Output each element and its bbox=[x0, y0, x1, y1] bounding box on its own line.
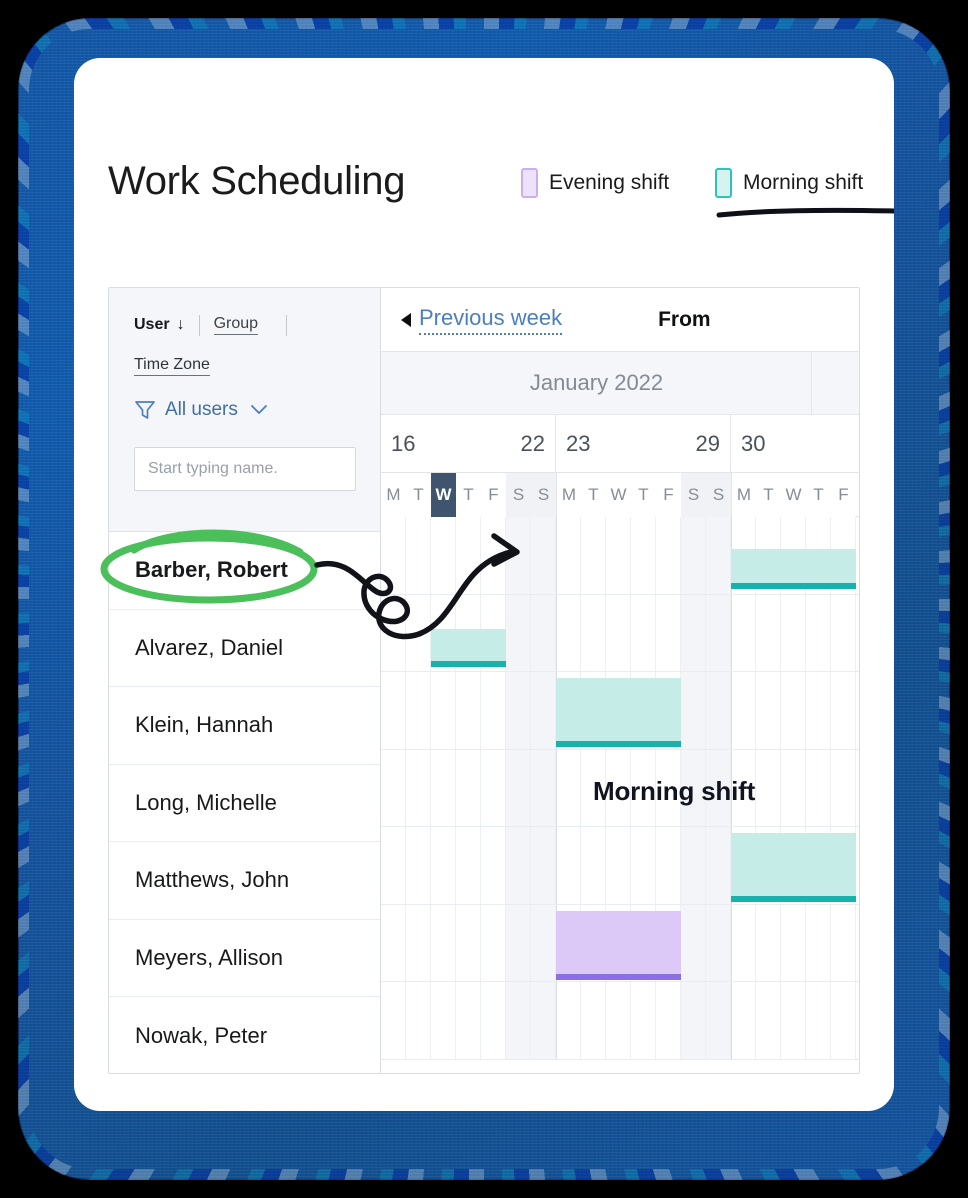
day-header[interactable]: T bbox=[581, 473, 606, 517]
week-range-1[interactable]: 16 22 bbox=[381, 415, 556, 472]
week-range-2[interactable]: 23 29 bbox=[556, 415, 731, 472]
day-header[interactable]: F bbox=[481, 473, 506, 517]
day-header[interactable]: M bbox=[731, 473, 756, 517]
day-header[interactable]: T bbox=[756, 473, 781, 517]
shift-bar-baseline bbox=[556, 741, 681, 747]
shift-bar-fill bbox=[731, 833, 856, 902]
day-header[interactable]: T bbox=[631, 473, 656, 517]
app-card: Work Scheduling Evening shift Morning sh… bbox=[74, 58, 894, 1111]
calendar-panel: Previous week From January 2022 16 22 23… bbox=[381, 288, 859, 1073]
month-divider bbox=[811, 352, 812, 414]
list-item[interactable]: Alvarez, Daniel bbox=[109, 609, 380, 687]
day-header[interactable]: S bbox=[681, 473, 706, 517]
day-header[interactable]: F bbox=[656, 473, 681, 517]
shift-bar-baseline bbox=[431, 660, 506, 667]
previous-week-label: Previous week bbox=[419, 305, 563, 335]
search-input[interactable] bbox=[148, 460, 355, 478]
funnel-icon bbox=[135, 401, 155, 419]
page-header: Work Scheduling Evening shift Morning sh… bbox=[74, 58, 894, 233]
triangle-left-icon[interactable] bbox=[401, 312, 411, 327]
day-header[interactable]: M bbox=[556, 473, 581, 517]
shift-bar[interactable] bbox=[731, 833, 856, 902]
user-name: Klein, Hannah bbox=[135, 712, 274, 738]
user-name: Long, Michelle bbox=[135, 789, 277, 815]
shift-bar[interactable] bbox=[431, 628, 506, 667]
sort-by-user[interactable]: User bbox=[134, 316, 170, 334]
user-filter[interactable]: All users bbox=[134, 399, 355, 421]
day-header[interactable]: T bbox=[406, 473, 431, 517]
list-item[interactable]: Matthews, John bbox=[109, 842, 380, 920]
user-name: Meyers, Allison bbox=[135, 944, 283, 970]
month-label: January 2022 bbox=[529, 370, 664, 395]
day-header[interactable]: S bbox=[531, 473, 556, 517]
day-header[interactable]: T bbox=[806, 473, 831, 517]
list-item[interactable]: Long, Michelle bbox=[109, 764, 380, 842]
legend-item-evening[interactable]: Evening shift bbox=[521, 168, 669, 198]
user-name: Barber, Robert bbox=[135, 557, 288, 583]
legend-label-morning: Morning shift bbox=[743, 171, 864, 194]
user-panel: User ↓ Group Time Zone All users Start t… bbox=[109, 288, 381, 1073]
shift-bar[interactable] bbox=[556, 910, 681, 980]
week-start-date: 23 bbox=[566, 430, 591, 456]
calendar-day-header: MTWTFSSMTWTFSSMTWTF bbox=[381, 473, 859, 517]
shift-bar[interactable] bbox=[556, 678, 681, 747]
day-header[interactable]: S bbox=[506, 473, 531, 517]
user-name: Matthews, John bbox=[135, 867, 290, 893]
shift-bar[interactable] bbox=[731, 549, 856, 589]
day-header[interactable]: T bbox=[456, 473, 481, 517]
legend-item-morning[interactable]: Morning shift bbox=[715, 168, 863, 198]
shift-bar-baseline bbox=[731, 896, 856, 902]
legend-label-evening: Evening shift bbox=[549, 171, 670, 194]
week-start-date: 30 bbox=[741, 430, 766, 456]
user-name: Nowak, Peter bbox=[135, 1022, 268, 1048]
sort-direction-icon[interactable]: ↓ bbox=[177, 316, 185, 334]
day-header[interactable]: M bbox=[381, 473, 406, 517]
chevron-down-icon bbox=[250, 405, 267, 415]
shift-bar-fill bbox=[556, 678, 681, 747]
user-name-list: Barber, Robert Alvarez, Daniel Klein, Ha… bbox=[109, 532, 380, 1073]
shift-bar-fill bbox=[556, 910, 681, 980]
schedule-widget: User ↓ Group Time Zone All users Start t… bbox=[108, 287, 860, 1074]
day-header[interactable]: S bbox=[706, 473, 731, 517]
user-search-box[interactable] bbox=[134, 447, 356, 491]
day-header[interactable]: W bbox=[606, 473, 631, 517]
list-item[interactable]: Klein, Hannah bbox=[109, 687, 380, 765]
week-end-date: 22 bbox=[520, 430, 545, 456]
day-header[interactable]: F bbox=[831, 473, 856, 517]
week-end-date: 29 bbox=[695, 430, 720, 456]
calendar-month-header: January 2022 bbox=[381, 352, 859, 415]
list-item[interactable]: Meyers, Allison bbox=[109, 919, 380, 997]
week-range-3[interactable]: 30 bbox=[731, 415, 859, 472]
shift-bar-baseline bbox=[731, 583, 856, 589]
list-item[interactable]: Barber, Robert bbox=[109, 532, 380, 610]
shift-bar-baseline bbox=[556, 973, 681, 980]
page-title: Work Scheduling bbox=[108, 159, 406, 203]
sort-controls: User ↓ Group bbox=[134, 314, 355, 336]
day-header[interactable]: W bbox=[781, 473, 806, 517]
control-divider-2 bbox=[286, 314, 288, 336]
user-panel-controls: User ↓ Group Time Zone All users bbox=[109, 288, 380, 532]
time-zone-link[interactable]: Time Zone bbox=[134, 356, 210, 376]
control-divider bbox=[198, 314, 200, 336]
previous-week-button[interactable]: Previous week bbox=[401, 305, 563, 335]
shift-bars bbox=[381, 517, 859, 1060]
week-start-date: 16 bbox=[391, 430, 416, 456]
user-filter-label: All users bbox=[165, 399, 238, 420]
morning-shift-swatch bbox=[715, 168, 732, 198]
legend-underline-annotation bbox=[716, 207, 894, 218]
from-column-header: From bbox=[658, 307, 711, 331]
day-header-today[interactable]: W bbox=[431, 473, 456, 517]
user-name: Alvarez, Daniel bbox=[135, 634, 283, 660]
list-item[interactable]: Nowak, Peter bbox=[109, 997, 380, 1073]
evening-shift-swatch bbox=[521, 168, 538, 198]
sort-by-group[interactable]: Group bbox=[213, 315, 259, 335]
calendar-week-header: 16 22 23 29 30 bbox=[381, 415, 859, 473]
calendar-grid bbox=[381, 517, 859, 1060]
calendar-nav: Previous week From bbox=[381, 288, 859, 352]
